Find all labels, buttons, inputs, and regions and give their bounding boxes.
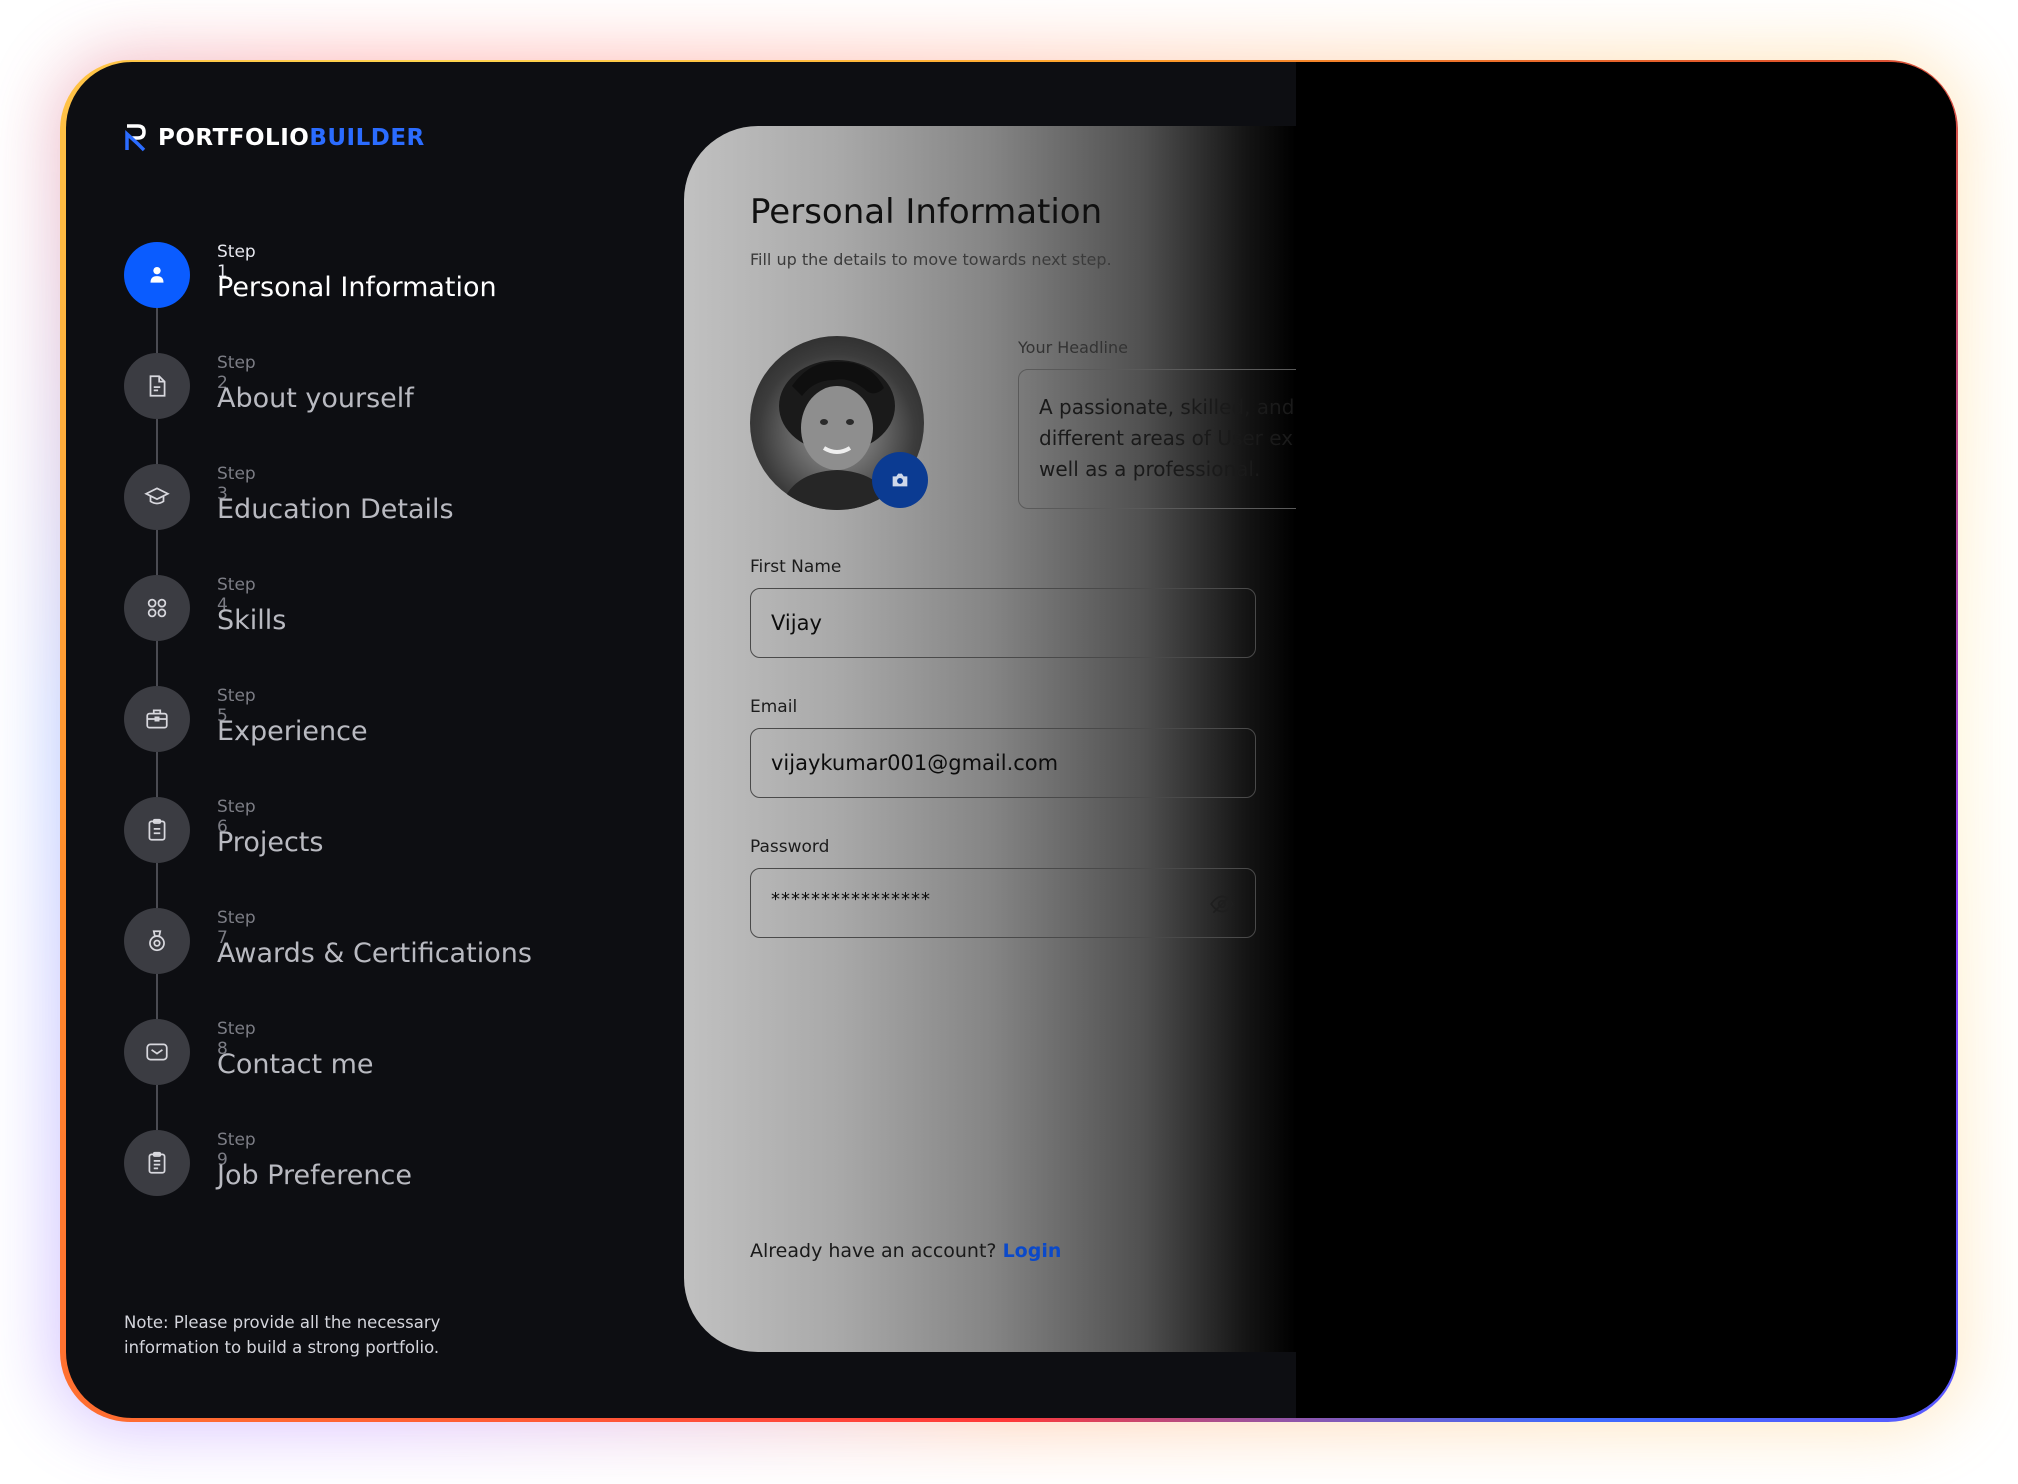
login-prompt-text: Already have an account?	[750, 1240, 997, 1262]
change-photo-button[interactable]	[872, 452, 928, 508]
step-5-indicator	[124, 686, 190, 752]
step-title: Job Preference	[217, 1160, 412, 1191]
step-title: Education Details	[217, 494, 454, 525]
headline-line: A passionate, skilled, and	[1039, 395, 1295, 419]
step-title: Contact me	[217, 1049, 374, 1080]
form-title: Personal Information	[750, 192, 1103, 232]
award-icon	[149, 930, 165, 952]
step-connector	[156, 641, 158, 686]
app-window: PORTFOLIOBUILDER Step 1 Personal Informa…	[66, 62, 1956, 1418]
brand-name: PORTFOLIOBUILDER	[158, 125, 425, 151]
step-connector	[156, 308, 158, 353]
form-subtitle: Fill up the details to move towards next…	[750, 250, 1112, 269]
step-connector	[156, 752, 158, 797]
headline-line: well as a professional.	[1039, 457, 1261, 481]
step-6-indicator	[124, 797, 190, 863]
step-title: Awards & Certifications	[217, 938, 532, 969]
step-connector	[156, 530, 158, 575]
password-label: Password	[750, 837, 830, 857]
first-name-field[interactable]: Vijay	[750, 588, 1256, 658]
password-value: ****************	[771, 889, 931, 910]
mail-icon	[146, 1043, 168, 1061]
login-link[interactable]: Login	[1003, 1240, 1062, 1262]
graduation-cap-icon	[144, 487, 170, 505]
step-2-indicator	[124, 353, 190, 419]
step-connector	[156, 1085, 158, 1130]
grid-icon	[147, 598, 167, 618]
step-9-indicator	[124, 1130, 190, 1196]
headline-textarea[interactable]: A passionate, skilled, and different are…	[1018, 369, 1296, 509]
clipboard-icon	[148, 818, 166, 841]
briefcase-icon	[146, 709, 168, 729]
step-title: Experience	[217, 716, 368, 747]
step-3-indicator	[124, 464, 190, 530]
step-connector	[156, 419, 158, 464]
login-prompt: Already have an account? Login	[750, 1240, 1061, 1262]
footer-note: Note: Please provide all the necessary i…	[124, 1313, 441, 1357]
eye-off-icon[interactable]	[1209, 891, 1235, 917]
email-label: Email	[750, 697, 798, 717]
user-icon	[150, 266, 164, 283]
password-field[interactable]: ****************	[750, 868, 1256, 938]
logo-icon	[125, 124, 146, 152]
step-4-indicator	[124, 575, 190, 641]
step-title: About yourself	[217, 383, 414, 414]
step-connector	[156, 863, 158, 908]
headline-label: Your Headline	[1018, 338, 1128, 357]
step-8-indicator	[124, 1019, 190, 1085]
first-name-label: First Name	[750, 557, 842, 577]
document-icon	[149, 375, 166, 397]
headline-line: different areas of User ex	[1039, 426, 1294, 450]
camera-icon	[892, 473, 908, 487]
brand-logo: PORTFOLIOBUILDER	[124, 124, 425, 152]
step-title: Personal Information	[217, 272, 497, 303]
step-title: Projects	[217, 827, 324, 858]
email-field[interactable]: vijaykumar001@gmail.com	[750, 728, 1256, 798]
clipboard-list-icon	[148, 1151, 166, 1174]
step-connector	[156, 974, 158, 1019]
step-7-indicator	[124, 908, 190, 974]
step-title: Skills	[217, 605, 287, 636]
form-card: Personal Information Fill up the details…	[684, 126, 1296, 1352]
step-1-indicator	[124, 242, 190, 308]
blacked-out-area	[1296, 62, 1956, 1418]
